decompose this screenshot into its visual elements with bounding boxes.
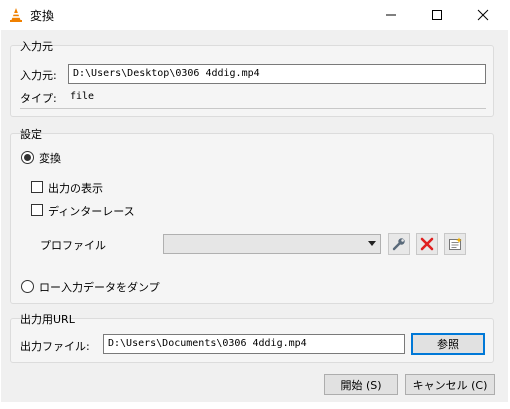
source-separator bbox=[20, 108, 486, 109]
start-button[interactable]: 開始 (S) bbox=[324, 374, 398, 395]
dump-raw-label: ロー入力データをダンプ bbox=[39, 281, 160, 294]
type-label: タイプ: bbox=[20, 92, 57, 105]
profile-dropdown[interactable] bbox=[163, 234, 381, 254]
settings-group-title: 設定 bbox=[20, 128, 42, 141]
convert-radio[interactable] bbox=[21, 151, 34, 164]
output-file-field[interactable]: D:\Users\Documents\0306 4ddig.mp4 bbox=[103, 334, 405, 354]
show-output-checkbox[interactable] bbox=[31, 181, 43, 193]
chevron-down-icon bbox=[368, 241, 376, 246]
new-profile-button[interactable] bbox=[444, 233, 466, 255]
minimize-button[interactable] bbox=[368, 0, 414, 30]
close-button[interactable] bbox=[460, 0, 506, 30]
minimize-icon bbox=[386, 14, 396, 16]
source-input-field[interactable]: D:\Users\Desktop\0306 4ddig.mp4 bbox=[68, 64, 486, 84]
maximize-icon bbox=[432, 10, 442, 20]
output-file-label: 出力ファイル: bbox=[20, 340, 90, 353]
deinterlace-checkbox[interactable] bbox=[31, 204, 43, 216]
convert-radio-label: 変換 bbox=[39, 152, 61, 165]
destination-group-title: 出力用URL bbox=[20, 313, 75, 326]
cancel-button[interactable]: キャンセル (C) bbox=[405, 374, 495, 395]
edit-profile-button[interactable] bbox=[388, 233, 410, 255]
show-output-label: 出力の表示 bbox=[48, 182, 103, 195]
maximize-button[interactable] bbox=[414, 0, 460, 30]
dump-raw-radio[interactable] bbox=[21, 280, 34, 293]
new-profile-icon bbox=[449, 237, 462, 250]
wrench-icon bbox=[392, 238, 405, 251]
delete-profile-button[interactable] bbox=[416, 233, 438, 255]
type-value: file bbox=[70, 91, 95, 102]
vlc-cone-icon bbox=[8, 7, 24, 23]
red-x-icon bbox=[420, 237, 434, 251]
title-bar: 変換 bbox=[0, 0, 510, 30]
source-input-label: 入力元: bbox=[20, 69, 57, 82]
profile-label: プロファイル bbox=[40, 239, 106, 252]
source-group-title: 入力元 bbox=[20, 40, 53, 53]
browse-button[interactable]: 参照 bbox=[411, 333, 485, 355]
window-title: 変換 bbox=[30, 9, 55, 23]
close-icon bbox=[477, 9, 489, 21]
deinterlace-label: ディンターレース bbox=[48, 205, 135, 218]
